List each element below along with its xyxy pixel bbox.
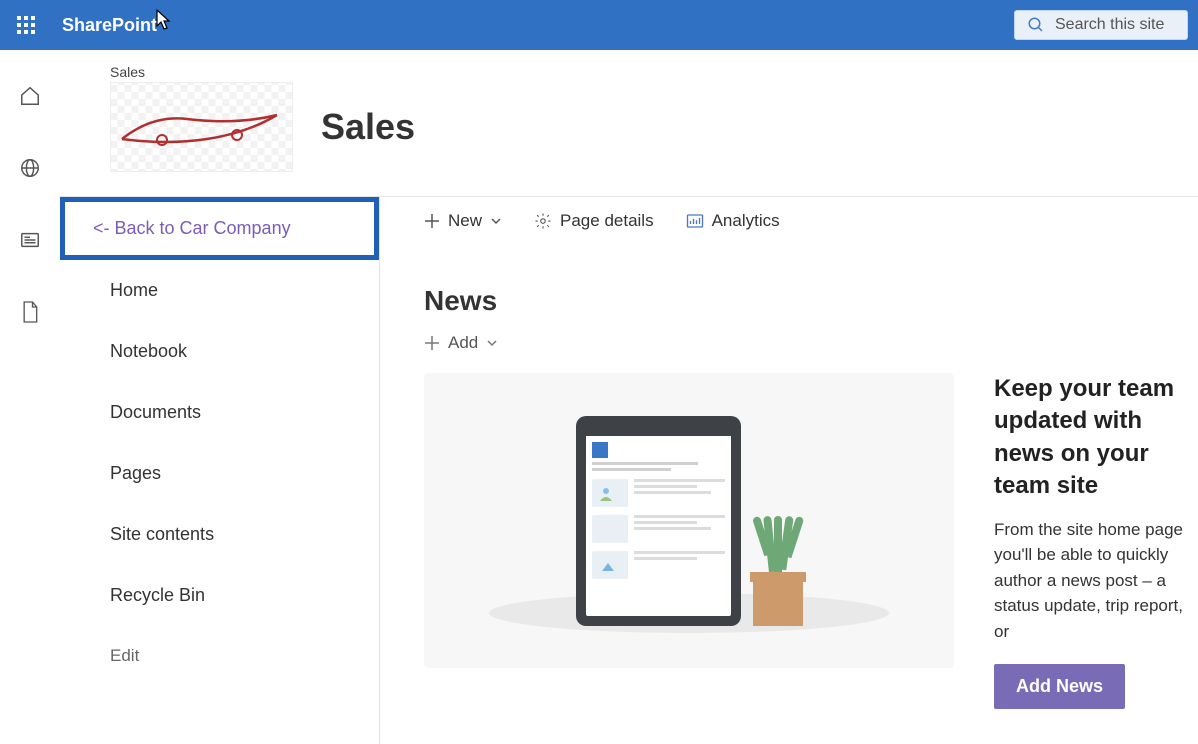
back-link[interactable]: <- Back to Car Company <box>93 218 291 239</box>
plus-icon <box>424 335 440 351</box>
back-link-highlight: <- Back to Car Company <box>60 197 379 260</box>
nav-item-documents[interactable]: Documents <box>60 382 379 443</box>
breadcrumb[interactable]: Sales <box>110 64 1148 80</box>
add-news-button[interactable]: Add News <box>994 664 1125 709</box>
nav-item-notebook[interactable]: Notebook <box>60 321 379 382</box>
cmd-new[interactable]: New <box>424 211 502 231</box>
site-logo[interactable] <box>110 82 293 172</box>
news-card-description: From the site home page you'll be able t… <box>994 517 1198 645</box>
app-name[interactable]: SharePoint <box>62 15 157 36</box>
waffle-icon <box>17 16 35 34</box>
news-illustration <box>424 373 954 668</box>
plus-icon <box>424 213 440 229</box>
chevron-down-icon <box>490 215 502 227</box>
left-nav: <- Back to Car Company Home Notebook Doc… <box>60 197 380 744</box>
nav-item-site-contents[interactable]: Site contents <box>60 504 379 565</box>
search-input[interactable] <box>1055 16 1175 34</box>
nav-item-home[interactable]: Home <box>60 260 379 321</box>
app-launcher-button[interactable] <box>10 9 42 41</box>
gear-icon <box>534 212 552 230</box>
cmd-analytics-label: Analytics <box>712 211 780 231</box>
news-card-title: Keep your team updated with news on your… <box>994 373 1198 503</box>
nav-edit-link[interactable]: Edit <box>60 626 379 686</box>
cmd-page-details[interactable]: Page details <box>534 211 654 231</box>
news-add-button[interactable]: Add <box>424 333 1198 353</box>
cmd-analytics[interactable]: Analytics <box>686 211 780 231</box>
analytics-icon <box>686 212 704 230</box>
site-title: Sales <box>321 106 415 148</box>
nav-item-pages[interactable]: Pages <box>60 443 379 504</box>
news-add-label: Add <box>448 333 478 353</box>
site-header: Sales Sales <box>60 50 1198 196</box>
command-bar: New Page details <box>424 197 1198 245</box>
search-box[interactable] <box>1014 10 1188 40</box>
suite-bar: SharePoint <box>0 0 1198 50</box>
chevron-down-icon <box>486 337 498 349</box>
cmd-page-details-label: Page details <box>560 211 654 231</box>
nav-item-recycle-bin[interactable]: Recycle Bin <box>60 565 379 626</box>
rail-news-button[interactable] <box>14 224 46 256</box>
app-rail <box>0 50 60 744</box>
rail-home-button[interactable] <box>14 80 46 112</box>
cmd-new-label: New <box>448 211 482 231</box>
rail-global-button[interactable] <box>14 152 46 184</box>
news-heading: News <box>424 285 1198 317</box>
cursor-icon <box>150 9 172 40</box>
search-icon <box>1027 16 1045 34</box>
rail-files-button[interactable] <box>14 296 46 328</box>
